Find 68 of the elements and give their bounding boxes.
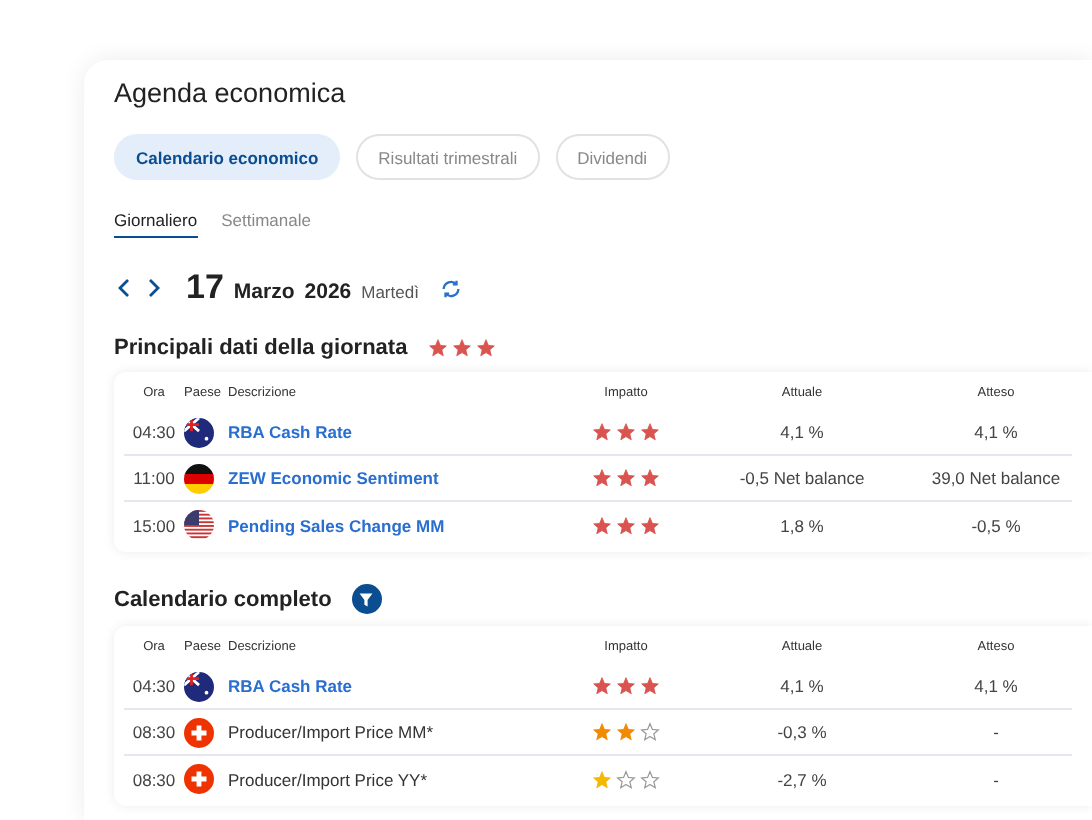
time-cell-text: 04:30: [130, 676, 178, 696]
date-weekday: Martedì: [361, 282, 419, 302]
page-title: Agenda economica: [114, 78, 348, 108]
star-icon: [640, 515, 660, 535]
actual-cell-text: -0,3 %: [775, 722, 829, 742]
star-icon: [592, 515, 612, 535]
star-icon: [592, 722, 612, 742]
event-description[interactable]: Producer/Import Price MM*: [228, 722, 433, 742]
category-pill[interactable]: Calendario economico: [114, 134, 341, 180]
flag-icon: [184, 671, 214, 701]
star-icon: [616, 676, 636, 696]
star-icon: [640, 468, 660, 488]
date-day: 17: [186, 268, 224, 308]
date-year: 2026: [304, 280, 352, 304]
actual-cell-text: 4,1 %: [778, 422, 826, 442]
actual-cell-text: -0,5 Net balance: [737, 468, 867, 488]
filter-icon: [358, 591, 375, 607]
star-icon: [616, 722, 636, 742]
time-cell-text: 11:00: [131, 468, 177, 488]
flag-icon: [184, 417, 214, 447]
star-icon: [592, 769, 612, 789]
time-cell-text: 08:30: [130, 769, 178, 789]
time-cell-text: 04:30: [130, 422, 178, 442]
star-icon: [592, 422, 612, 442]
expected-cell-text: -: [991, 722, 1001, 742]
flag-icon: [184, 764, 214, 794]
actual-cell-text: 1,8 %: [778, 515, 826, 535]
refresh-icon[interactable]: [440, 277, 463, 299]
section-title: Principali dati della giornata: [114, 336, 408, 360]
time-cell-text: 08:30: [130, 722, 178, 742]
date-month: Marzo: [233, 280, 295, 304]
star-icon: [592, 676, 612, 696]
previous-button[interactable]: [114, 276, 134, 300]
star-icon: [616, 422, 636, 442]
star-icon: [616, 468, 636, 488]
event-description[interactable]: RBA Cash Rate: [228, 422, 353, 442]
period-tab[interactable]: Settimanale: [221, 210, 311, 238]
star-outline-icon: [640, 769, 660, 789]
category-pill[interactable]: Dividendi: [555, 134, 670, 180]
expected-cell-text: -: [991, 769, 1001, 789]
section-title: Calendario completo: [114, 587, 332, 611]
star-icon: [475, 338, 496, 358]
star-icon: [616, 515, 636, 535]
event-description[interactable]: ZEW Economic Sentiment: [228, 468, 439, 488]
star-outline-icon: [640, 722, 660, 742]
event-description[interactable]: Pending Sales Change MM: [228, 515, 445, 535]
star-icon: [427, 338, 448, 358]
star-icon: [592, 468, 612, 488]
flag-icon: [184, 717, 214, 747]
star-icon: [451, 338, 472, 358]
filter-button[interactable]: [351, 584, 382, 614]
star-icon: [640, 676, 660, 696]
actual-cell-text: -2,7 %: [775, 769, 829, 789]
flag-icon: [184, 510, 214, 540]
flag-icon: [184, 463, 214, 493]
star-icon: [640, 422, 660, 442]
event-description[interactable]: RBA Cash Rate: [228, 676, 353, 696]
next-button[interactable]: [144, 276, 164, 300]
category-pill[interactable]: Risultati trimestrali: [356, 134, 540, 180]
time-cell-text: 15:00: [130, 515, 178, 535]
expected-cell-text: 4,1 %: [972, 676, 1020, 696]
expected-cell-text: -0,5 %: [969, 515, 1023, 535]
expected-cell-text: 4,1 %: [972, 422, 1020, 442]
period-tab[interactable]: Giornaliero: [114, 210, 198, 238]
expected-cell-text: 39,0 Net balance: [929, 468, 1063, 488]
actual-cell-text: 4,1 %: [778, 676, 826, 696]
star-outline-icon: [616, 769, 636, 789]
event-description[interactable]: Producer/Import Price YY*: [228, 769, 428, 789]
